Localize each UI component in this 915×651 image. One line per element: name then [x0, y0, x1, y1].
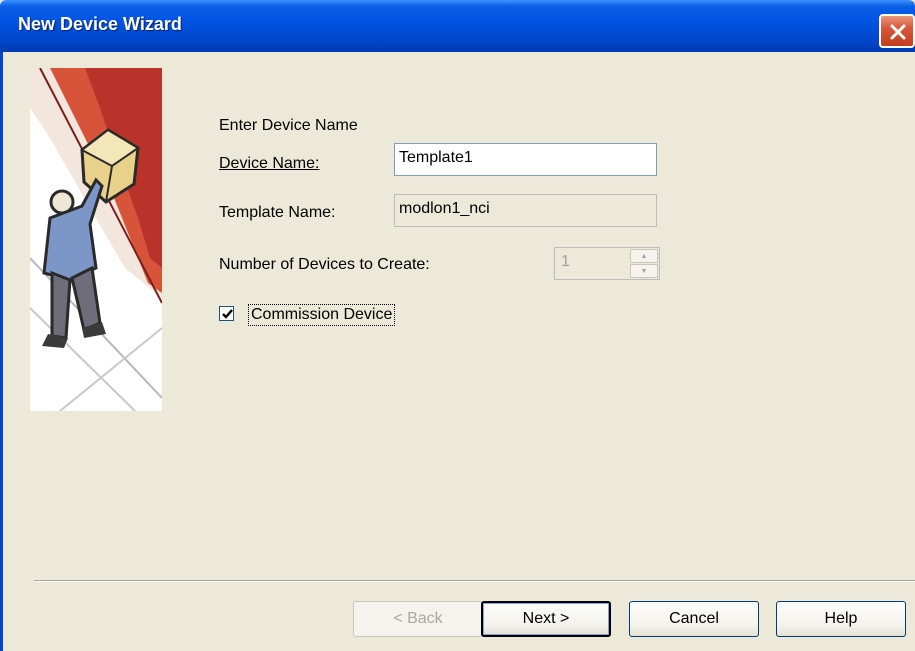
device-name-label: Device Name:	[219, 155, 319, 173]
back-button: < Back	[353, 601, 483, 637]
footer-separator	[34, 580, 915, 582]
spin-up-icon: ▲	[630, 249, 658, 263]
next-button[interactable]: Next >	[481, 601, 611, 637]
device-name-input[interactable]: Template1	[394, 143, 657, 176]
close-icon	[890, 24, 906, 40]
device-name-label-text: Device Name:	[219, 155, 320, 172]
template-name-label: Template Name:	[219, 204, 336, 221]
device-count-value: 1	[561, 253, 570, 270]
window-title: New Device Wizard	[18, 14, 182, 34]
commission-device-label[interactable]: Commission Device	[248, 304, 396, 326]
form-heading: Enter Device Name	[219, 117, 358, 134]
title-bar: New Device Wizard	[0, 0, 915, 52]
device-count-stepper: 1 ▲ ▼	[554, 247, 660, 280]
spin-down-icon: ▼	[630, 264, 658, 278]
commission-device-checkbox[interactable]	[219, 306, 234, 321]
cancel-button[interactable]: Cancel	[629, 601, 759, 637]
help-button[interactable]: Help	[776, 601, 906, 637]
device-count-label: Number of Devices to Create:	[219, 256, 430, 273]
close-button[interactable]	[879, 14, 915, 48]
template-name-field: modlon1_nci	[394, 194, 657, 227]
wizard-illustration	[30, 68, 162, 411]
checkmark-icon	[222, 309, 233, 319]
